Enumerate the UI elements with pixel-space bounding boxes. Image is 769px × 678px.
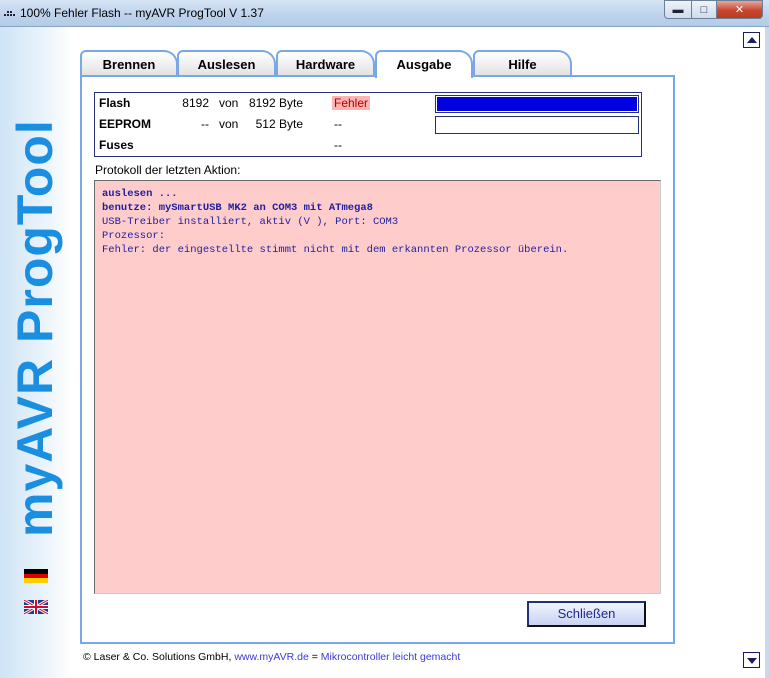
log-caption: Protokoll der letzten Aktion: (95, 163, 241, 177)
window-right-edge (765, 27, 769, 678)
tab-brennen[interactable]: Brennen (80, 50, 178, 77)
tab-auslesen[interactable]: Auslesen (177, 50, 276, 77)
flash-progress-bar (435, 95, 639, 113)
memory-label: EEPROM (99, 117, 152, 131)
memory-of-label: von (219, 96, 239, 110)
log-output[interactable]: auslesen ... benutze: mySmartUSB MK2 an … (94, 180, 661, 594)
minimize-button[interactable]: ▬ (664, 0, 691, 19)
close-button[interactable]: Schließen (527, 601, 646, 627)
title-bar: 100% Fehler Flash -- myAVR ProgTool V 1.… (0, 0, 769, 27)
german-flag-icon[interactable] (24, 569, 48, 583)
scroll-up-button[interactable] (743, 32, 760, 48)
memory-row-eeprom: EEPROM -- von 512 Byte -- (95, 114, 641, 135)
sidebar-banner: myAVR ProgTool (0, 27, 72, 678)
status-text: -- (334, 138, 342, 152)
window-title: 100% Fehler Flash -- myAVR ProgTool V 1.… (20, 6, 264, 20)
tab-hilfe[interactable]: Hilfe (473, 50, 572, 77)
footer-slogan: Mikrocontroller leicht gemacht (320, 651, 461, 663)
scroll-down-button[interactable] (743, 652, 760, 668)
footer-separator: = (311, 651, 318, 663)
memory-size: 512 Byte (255, 117, 303, 131)
status-text: -- (334, 117, 342, 131)
memory-label: Fuses (99, 138, 134, 152)
memory-row-flash: Flash 8192 von 8192 Byte Fehler (95, 93, 641, 114)
log-line: USB-Treiber installiert, aktiv (V ), Por… (102, 216, 399, 228)
progress-fill (437, 97, 637, 111)
log-line: Fehler: der eingestellte stimmt nicht mi… (102, 244, 569, 256)
maximize-button[interactable]: □ (691, 0, 717, 19)
footer-company: © Laser & Co. Solutions GmbH, (83, 651, 232, 663)
memory-size: 8192 Byte (248, 96, 303, 110)
log-line: benutze: mySmartUSB MK2 an COM3 mit ATme… (102, 202, 373, 214)
uk-flag-icon[interactable] (24, 600, 48, 614)
tab-ausgabe[interactable]: Ausgabe (375, 50, 473, 78)
memory-row-fuses: Fuses -- (95, 135, 641, 156)
footer: © Laser & Co. Solutions GmbH, www.myAVR.… (83, 651, 460, 663)
eeprom-progress-bar (435, 116, 639, 134)
memory-label: Flash (99, 96, 131, 110)
memory-value: -- (201, 117, 209, 131)
window-controls: ▬ □ ✕ (664, 0, 763, 19)
website-link[interactable]: www.myAVR.de (234, 651, 309, 663)
log-line: Prozessor: (102, 230, 166, 242)
app-icon[interactable] (4, 8, 16, 18)
product-logo: myAVR ProgTool (7, 119, 63, 537)
tab-hardware[interactable]: Hardware (276, 50, 375, 77)
memory-value: 8192 (182, 96, 209, 110)
memory-info-box: Flash 8192 von 8192 Byte Fehler EEPROM -… (94, 92, 642, 157)
status-badge: Fehler (332, 96, 371, 110)
memory-of-label: von (219, 117, 239, 131)
log-line: auslesen ... (102, 188, 178, 200)
close-window-button[interactable]: ✕ (717, 0, 763, 19)
